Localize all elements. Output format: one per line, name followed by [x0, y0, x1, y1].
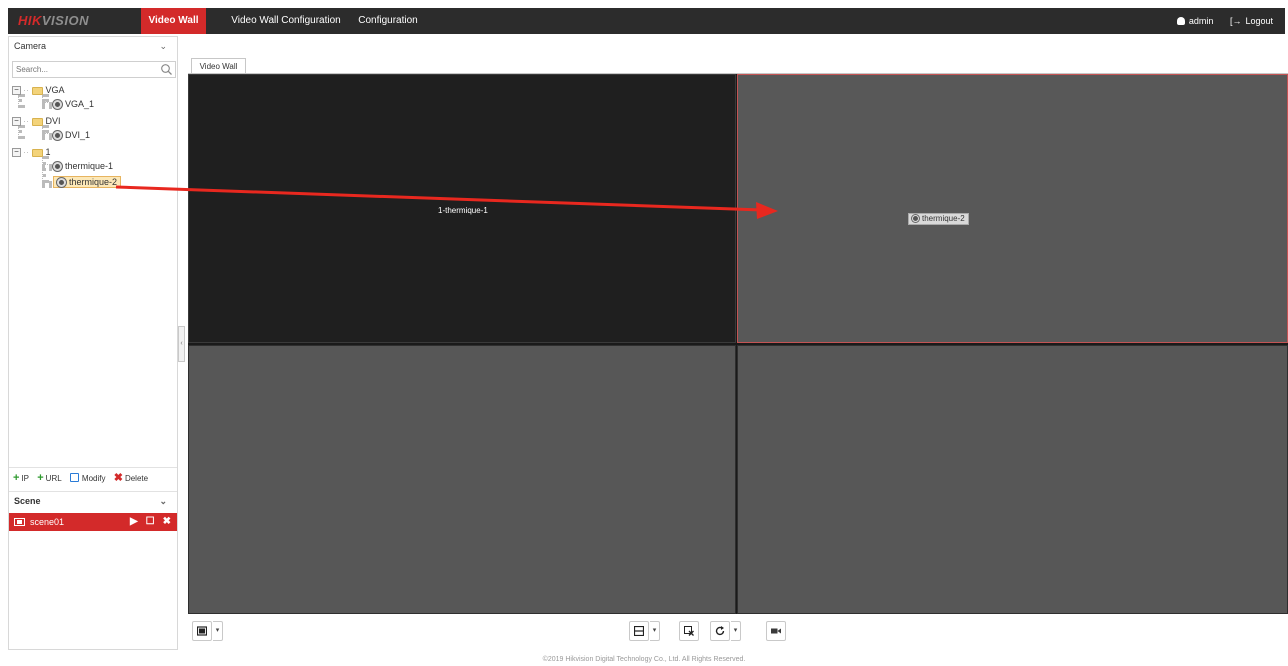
tab-video-wall-configuration[interactable]: Video Wall Configuration [226, 8, 346, 34]
camera-search [12, 61, 176, 78]
tree-connector [42, 102, 52, 106]
camera-icon [57, 178, 66, 188]
collapse-icon[interactable]: − [12, 86, 21, 96]
footer-copyright: ©2019 Hikvision Digital Technology Co., … [542, 656, 746, 663]
plus-icon: + [37, 472, 44, 484]
scene-panel-header[interactable]: Scene ⌄ [9, 491, 177, 509]
tree-folder-vga[interactable]: − ·· VGA [12, 83, 65, 97]
refresh-icon [715, 626, 725, 636]
collapse-icon[interactable]: − [12, 148, 21, 158]
layout-dropdown[interactable]: ▾ [213, 621, 223, 641]
clear-windows-button[interactable] [679, 621, 699, 641]
hikvision-logo: HIKVISION [18, 13, 89, 28]
folder-icon [31, 148, 43, 157]
add-url-button[interactable]: + URL [37, 472, 61, 484]
drag-preview-chip: thermique-2 [908, 213, 969, 225]
screen-label: 1-thermique-1 [438, 206, 488, 215]
tree-connector [42, 181, 52, 185]
tab-video-wall-view[interactable]: Video Wall [191, 58, 246, 74]
tree-connector [42, 133, 52, 137]
scene-icon [14, 518, 25, 526]
delete-button[interactable]: ✖ Delete [113, 472, 148, 484]
tree-connector [42, 156, 46, 183]
tree-camera-thermique-1[interactable]: thermique-1 [53, 159, 113, 173]
wall-screen-1[interactable]: 1-thermique-1 [188, 74, 736, 343]
chevron-down-icon[interactable]: ⌄ [159, 492, 167, 510]
folder-icon [31, 117, 43, 126]
edit-icon [69, 473, 79, 482]
camera-output-button[interactable] [766, 621, 786, 641]
top-navigation-bar: HIKVISION Video Wall Video Wall Configur… [8, 8, 1285, 34]
scene-panel-title: Scene [14, 496, 41, 506]
tree-folder-1[interactable]: − ·· 1 [12, 145, 51, 159]
tab-video-wall[interactable]: Video Wall [141, 8, 206, 34]
add-ip-button[interactable]: + IP [13, 472, 29, 484]
search-icon[interactable] [160, 63, 173, 76]
wall-toolbar: ▾ ▾ ▾ [188, 618, 1288, 648]
camera-icon [53, 100, 62, 110]
video-wall-grid: 1-thermique-1 thermique-2 [188, 74, 1288, 614]
split-dropdown[interactable]: ▾ [650, 621, 660, 641]
refresh-dropdown[interactable]: ▾ [731, 621, 741, 641]
edit-icon[interactable]: ☐ [146, 516, 155, 527]
camera-panel-header[interactable]: Camera ⌄ [9, 37, 177, 55]
wall-screen-3[interactable] [188, 345, 736, 614]
logout-icon: [→ [1229, 16, 1242, 26]
chevron-down-icon[interactable]: ⌄ [159, 37, 167, 55]
camera-icon [53, 131, 62, 141]
logout-link[interactable]: [→ Logout [1230, 16, 1273, 26]
search-input[interactable] [13, 62, 153, 77]
camera-actions-bar: + IP + URL Modify ✖ Delete [9, 467, 177, 487]
user-link[interactable]: admin [1176, 16, 1213, 26]
wall-screen-2[interactable]: thermique-2 [737, 74, 1288, 343]
tab-configuration[interactable]: Configuration [353, 8, 423, 34]
tree-camera-dvi-1[interactable]: DVI_1 [53, 128, 90, 142]
delete-icon: ✖ [113, 472, 123, 484]
user-icon [1176, 17, 1185, 25]
wall-screen-4[interactable] [737, 345, 1288, 614]
camera-icon [53, 162, 62, 172]
split-window-icon [634, 626, 644, 636]
screen-layout-icon [197, 626, 207, 636]
scene-item[interactable]: scene01 ▶ ☐ ✖ [9, 513, 177, 531]
folder-icon [31, 86, 43, 95]
camera-icon [912, 215, 919, 223]
collapse-icon[interactable]: − [12, 117, 21, 127]
camera-panel-title: Camera [14, 41, 47, 51]
user-area: admin [→ Logout [1163, 8, 1273, 34]
window-split-button[interactable] [629, 621, 649, 641]
tree-camera-vga-1[interactable]: VGA_1 [53, 97, 94, 111]
panel-collapse-handle[interactable]: ‹ [178, 326, 185, 362]
left-panel: Camera ⌄ −·· VGA V [8, 36, 178, 650]
tree-connector [42, 164, 52, 168]
play-icon[interactable]: ▶ [130, 516, 138, 527]
tree-camera-thermique-2[interactable]: thermique-2 [53, 175, 122, 189]
clear-window-icon [684, 626, 694, 636]
plus-icon: + [13, 472, 20, 484]
close-icon[interactable]: ✖ [163, 516, 171, 527]
video-camera-icon [771, 628, 781, 634]
refresh-button[interactable] [710, 621, 730, 641]
tree-folder-dvi[interactable]: − ·· DVI [12, 114, 61, 128]
layout-button[interactable] [192, 621, 212, 641]
modify-button[interactable]: Modify [69, 473, 105, 483]
